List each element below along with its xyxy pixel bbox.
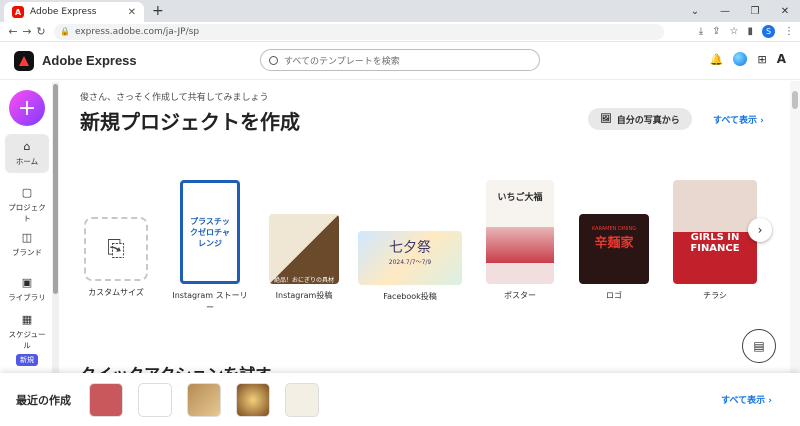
carousel-next-button[interactable]: › xyxy=(748,218,772,242)
window-controls: ⌄ — ❐ ✕ xyxy=(680,0,800,22)
create-new-button[interactable]: + xyxy=(9,90,45,126)
new-tab-icon[interactable]: + xyxy=(152,3,164,19)
close-tab-icon[interactable]: ✕ xyxy=(128,7,136,18)
recent-item[interactable] xyxy=(236,382,270,417)
tab-title: Adobe Express xyxy=(30,7,97,17)
card-logo[interactable]: KARAMEN DINING 辛麺家 ロゴ xyxy=(574,214,654,302)
card-instagram-story[interactable]: プラスチックゼロチャレンジ Instagram ストーリー xyxy=(170,180,250,314)
library-icon: ▣ xyxy=(21,276,33,289)
thumb-story: プラスチックゼロチャレンジ xyxy=(180,180,240,284)
card-label: Instagram ストーリー xyxy=(172,291,248,312)
chat-icon: ▤ xyxy=(753,339,765,353)
card-instagram-post[interactable]: 絶品！おにぎりの具材 Instagram投稿 xyxy=(264,214,344,302)
recent-item[interactable] xyxy=(89,382,123,417)
thumb-ig-post: 絶品！おにぎりの具材 xyxy=(269,214,339,284)
url-text: express.adobe.com/ja-JP/sp xyxy=(74,26,200,37)
recent-bar: 最近の作成 すべて表示 › xyxy=(0,373,800,426)
app-name: Adobe Express xyxy=(42,53,137,68)
forward-icon[interactable]: → xyxy=(20,25,34,38)
sidebar-scrollbar[interactable] xyxy=(52,82,59,373)
thumb-logo: KARAMEN DINING 辛麺家 xyxy=(579,214,649,284)
adobe-icon[interactable]: A xyxy=(777,52,786,66)
card-label: ポスター xyxy=(504,291,536,300)
browser-tab[interactable]: A Adobe Express ✕ xyxy=(4,2,144,22)
sidebar-item-brand[interactable]: ◫ ブランド xyxy=(5,231,49,258)
recent-item[interactable] xyxy=(187,382,221,417)
image-plus-icon: 🖼 xyxy=(600,114,612,124)
fb-date: 2024.7/7〜7/9 xyxy=(388,259,432,266)
sidebar-item-home[interactable]: ⌂ ホーム xyxy=(5,134,49,173)
bell-icon[interactable]: 🔔 xyxy=(710,53,724,66)
card-label: Instagram投稿 xyxy=(275,291,333,300)
apps-grid-icon[interactable]: ⊞ xyxy=(757,53,766,66)
new-badge: 新規 xyxy=(16,354,38,366)
card-label: ロゴ xyxy=(606,291,622,300)
tab-search-icon[interactable]: ⌄ xyxy=(680,0,710,22)
card-label: チラシ xyxy=(703,291,727,300)
user-avatar[interactable] xyxy=(733,52,748,66)
card-custom-size[interactable]: ⎘ カスタムサイズ xyxy=(80,217,152,299)
restore-icon[interactable]: ❐ xyxy=(740,0,770,22)
browser-tab-bar: A Adobe Express ✕ + ⌄ — ❐ ✕ xyxy=(0,0,800,22)
card-facebook-post[interactable]: 七夕祭 2024.7/7〜7/9 Facebook投稿 xyxy=(356,231,464,303)
sidebar-item-library[interactable]: ▣ ライブラリ xyxy=(5,276,49,303)
home-icon: ⌂ xyxy=(23,140,31,153)
sidebar-item-schedule[interactable]: ▦ スケジュール 新規 xyxy=(5,313,49,366)
card-flyer[interactable]: GIRLS IN FINANCE チラシ xyxy=(672,180,758,302)
file-icon: ▢ xyxy=(21,186,33,199)
page-title: 新規プロジェクトを作成 xyxy=(80,110,300,134)
sidebar-item-projects[interactable]: ▢ プロジェクト xyxy=(5,186,49,224)
recent-item[interactable] xyxy=(285,382,319,417)
side-panel-icon[interactable]: ▮ xyxy=(747,26,753,37)
card-label: カスタムサイズ xyxy=(88,288,144,297)
calendar-icon: ▦ xyxy=(21,313,33,326)
thumb-facebook: 七夕祭 2024.7/7〜7/9 xyxy=(358,231,462,285)
recent-title: 最近の作成 xyxy=(16,393,71,407)
bookmark-star-icon[interactable]: ☆ xyxy=(730,26,739,37)
adobe-express-logo-icon[interactable] xyxy=(14,50,34,71)
card-poster[interactable]: いちご大福 ポスター xyxy=(482,180,558,302)
thumb-flyer: GIRLS IN FINANCE xyxy=(673,180,757,284)
chat-button[interactable]: ▤ xyxy=(742,329,776,363)
minimize-icon[interactable]: — xyxy=(710,0,740,22)
fb-title: 七夕祭 xyxy=(389,240,431,256)
card-label: Facebook投稿 xyxy=(383,292,437,301)
adobe-favicon-icon: A xyxy=(12,6,24,18)
see-all-link[interactable]: すべて表示 › xyxy=(713,113,764,126)
profile-avatar[interactable]: S xyxy=(762,25,775,38)
download-icon[interactable]: ⤓ xyxy=(699,26,703,37)
recent-item[interactable] xyxy=(138,382,172,417)
template-search-input[interactable]: すべてのテンプレートを検索 xyxy=(260,49,540,71)
greeting-text: 俊さん、さっそく作成して共有してみましょう xyxy=(80,93,269,103)
address-bar-row: ← → ↻ 🔒 express.adobe.com/ja-JP/sp ⤓ ⇪ ☆… xyxy=(0,22,800,42)
search-placeholder: すべてのテンプレートを検索 xyxy=(284,56,400,67)
quick-actions-heading: クイックアクションを試す xyxy=(80,361,271,373)
main-content: 俊さん、さっそく作成して共有してみましょう 新規プロジェクトを作成 🖼 自分の写真… xyxy=(60,81,788,373)
share-icon[interactable]: ⇪ xyxy=(712,26,720,37)
logo-title: 辛麺家 xyxy=(594,236,634,251)
brand-icon: ◫ xyxy=(21,231,33,244)
reload-icon[interactable]: ↻ xyxy=(34,25,48,38)
window-close-icon[interactable]: ✕ xyxy=(770,0,800,22)
chevron-right-icon: › xyxy=(757,223,763,237)
menu-dots-icon[interactable]: ⋮ xyxy=(784,26,794,37)
recent-see-all-link[interactable]: すべて表示 › xyxy=(721,393,772,406)
search-icon xyxy=(269,55,278,65)
url-field[interactable]: 🔒 express.adobe.com/ja-JP/sp xyxy=(54,23,664,40)
thumb-poster: いちご大福 xyxy=(486,180,554,284)
from-my-photos-button[interactable]: 🖼 自分の写真から xyxy=(588,108,692,130)
back-icon[interactable]: ← xyxy=(6,25,20,38)
lock-icon: 🔒 xyxy=(60,27,70,36)
page-scrollbar[interactable] xyxy=(790,81,800,373)
custom-size-icon: ⎘ xyxy=(84,217,148,281)
header-icons: 🔔 ⊞ A xyxy=(710,52,786,66)
